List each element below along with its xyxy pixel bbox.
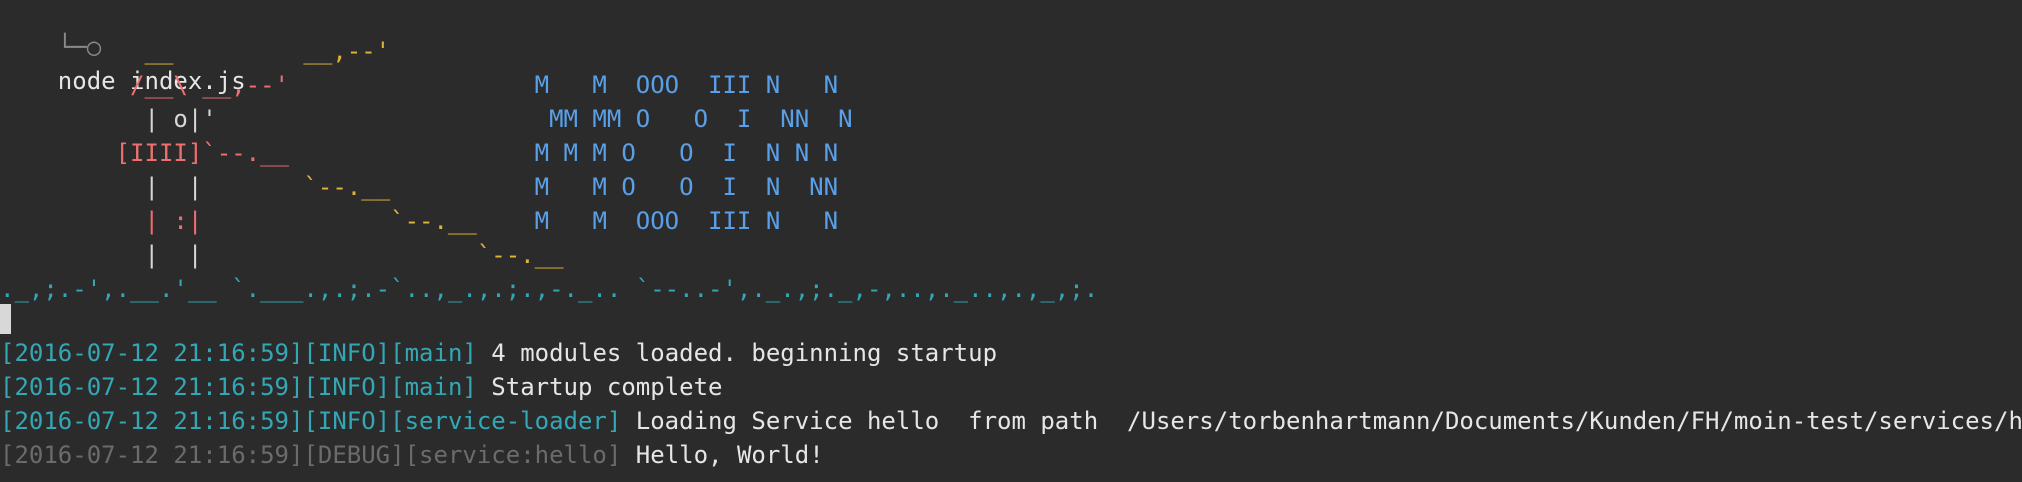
banner-row: | :| `--.__ M M OOO III N N (0, 204, 838, 238)
banner-segment: | | (0, 241, 203, 269)
banner-segment: M M M O O I N N N (288, 139, 839, 167)
banner-segment: M M OOO III N N (476, 207, 839, 235)
log-message: Startup complete (491, 373, 723, 401)
log-message: Loading Service hello from path /Users/t… (635, 407, 2022, 435)
log-message: 4 modules loaded. beginning startup (491, 339, 998, 367)
banner-segment: M M OOO III N N (288, 71, 839, 99)
text-cursor (0, 304, 11, 334)
banner-row: | o|' MM MM O O I NN N (0, 102, 853, 136)
banner-row: | | `--.__ (0, 238, 564, 272)
banner-segment: __ __,--' (0, 37, 391, 65)
banner-row: __ __,--' (0, 34, 390, 68)
log-level: [INFO] (303, 339, 391, 367)
log-level: [INFO] (303, 407, 391, 435)
banner-segment: ._,;.-',.__.'__ `.___.,.;.-`..,_.,.;.,-.… (0, 275, 1099, 303)
log-level: [INFO] (303, 373, 391, 401)
banner-segment: | o|' (0, 105, 217, 133)
banner-segment: `--.__ (202, 241, 564, 269)
log-module: [service:hello] (404, 441, 622, 469)
banner-segment: M M O O I N NN (390, 173, 839, 201)
log-module: [service-loader] (390, 407, 622, 435)
banner-segment: `--.__ (202, 207, 477, 235)
banner-ground-line: ._,;.-',.__.'__ `.___.,.;.-`..,_.,.;.,-.… (0, 272, 1098, 306)
banner-row: /__\ __,--' M M OOO III N N (0, 68, 838, 102)
log-timestamp: [2016-07-12 21:16:59] (0, 339, 304, 367)
prompt-line: └─○ node index.js (0, 0, 246, 95)
log-line: [2016-07-12 21:16:59][DEBUG][service:hel… (0, 438, 824, 472)
banner-segment: [IIII]`--.__ (0, 139, 289, 167)
log-timestamp: [2016-07-12 21:16:59] (0, 373, 304, 401)
banner-segment: | :| (0, 207, 203, 235)
banner-segment: `--.__ (202, 173, 391, 201)
terminal-window[interactable]: └─○ node index.js __ __,--' /__\ __,--' … (0, 0, 2022, 482)
log-line: [2016-07-12 21:16:59][INFO][main] 4 modu… (0, 336, 997, 370)
log-module: [main] (390, 339, 477, 367)
banner-row: [IIII]`--.__ M M M O O I N N N (0, 136, 838, 170)
log-timestamp: [2016-07-12 21:16:59] (0, 407, 304, 435)
log-line: [2016-07-12 21:16:59][INFO][main] Startu… (0, 370, 722, 404)
log-message: Hello, World! (635, 441, 824, 469)
banner-segment: | | (0, 173, 203, 201)
log-line: [2016-07-12 21:16:59][INFO][service-load… (0, 404, 2022, 438)
log-module: [main] (390, 373, 477, 401)
banner-segment: /__\ __,--' (0, 71, 289, 99)
banner-segment: MM MM O O I NN N (216, 105, 853, 133)
log-level: [DEBUG] (303, 441, 405, 469)
log-timestamp: [2016-07-12 21:16:59] (0, 441, 304, 469)
banner-row: | | `--.__ M M O O I N NN (0, 170, 838, 204)
